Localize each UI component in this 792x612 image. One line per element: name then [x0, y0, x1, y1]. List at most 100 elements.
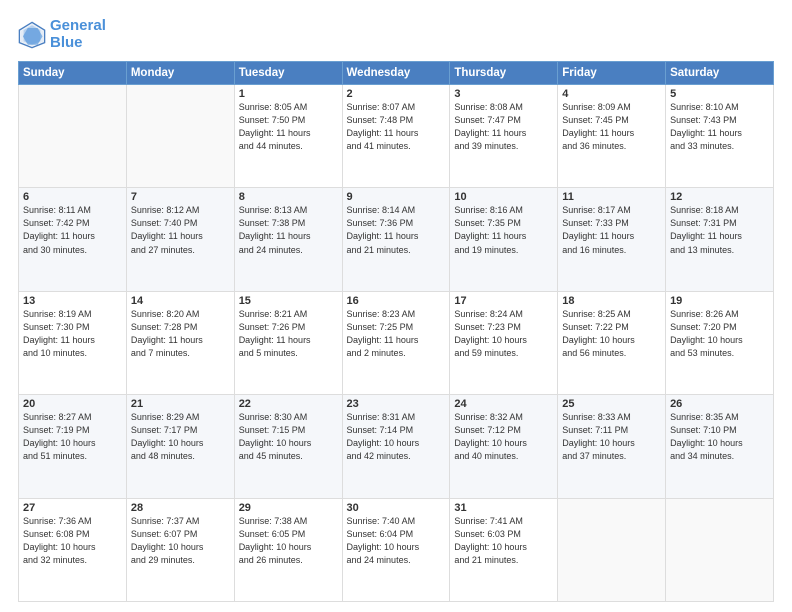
day-number: 16	[347, 295, 446, 307]
day-number: 24	[454, 398, 553, 410]
calendar-day-30: 30Sunrise: 7:40 AM Sunset: 6:04 PM Dayli…	[342, 498, 450, 601]
col-header-saturday: Saturday	[666, 62, 774, 85]
calendar-day-31: 31Sunrise: 7:41 AM Sunset: 6:03 PM Dayli…	[450, 498, 558, 601]
day-number: 7	[131, 191, 230, 203]
day-number: 23	[347, 398, 446, 410]
calendar-day-17: 17Sunrise: 8:24 AM Sunset: 7:23 PM Dayli…	[450, 291, 558, 394]
day-info: Sunrise: 8:14 AM Sunset: 7:36 PM Dayligh…	[347, 204, 446, 256]
day-number: 17	[454, 295, 553, 307]
day-info: Sunrise: 7:36 AM Sunset: 6:08 PM Dayligh…	[23, 515, 122, 567]
calendar-empty	[126, 85, 234, 188]
day-number: 29	[239, 502, 338, 514]
day-number: 28	[131, 502, 230, 514]
day-info: Sunrise: 7:38 AM Sunset: 6:05 PM Dayligh…	[239, 515, 338, 567]
day-info: Sunrise: 8:09 AM Sunset: 7:45 PM Dayligh…	[562, 101, 661, 153]
day-number: 5	[670, 88, 769, 100]
col-header-sunday: Sunday	[19, 62, 127, 85]
day-number: 11	[562, 191, 661, 203]
calendar-day-13: 13Sunrise: 8:19 AM Sunset: 7:30 PM Dayli…	[19, 291, 127, 394]
day-info: Sunrise: 8:13 AM Sunset: 7:38 PM Dayligh…	[239, 204, 338, 256]
day-number: 6	[23, 191, 122, 203]
logo-text: General Blue	[50, 18, 106, 51]
day-number: 1	[239, 88, 338, 100]
calendar-day-2: 2Sunrise: 8:07 AM Sunset: 7:48 PM Daylig…	[342, 85, 450, 188]
day-number: 30	[347, 502, 446, 514]
calendar-day-15: 15Sunrise: 8:21 AM Sunset: 7:26 PM Dayli…	[234, 291, 342, 394]
day-info: Sunrise: 8:18 AM Sunset: 7:31 PM Dayligh…	[670, 204, 769, 256]
calendar-week-0: 1Sunrise: 8:05 AM Sunset: 7:50 PM Daylig…	[19, 85, 774, 188]
day-number: 21	[131, 398, 230, 410]
day-number: 13	[23, 295, 122, 307]
day-info: Sunrise: 8:10 AM Sunset: 7:43 PM Dayligh…	[670, 101, 769, 153]
calendar-week-4: 27Sunrise: 7:36 AM Sunset: 6:08 PM Dayli…	[19, 498, 774, 601]
calendar-empty	[558, 498, 666, 601]
day-info: Sunrise: 8:20 AM Sunset: 7:28 PM Dayligh…	[131, 308, 230, 360]
calendar-day-5: 5Sunrise: 8:10 AM Sunset: 7:43 PM Daylig…	[666, 85, 774, 188]
day-number: 14	[131, 295, 230, 307]
col-header-tuesday: Tuesday	[234, 62, 342, 85]
calendar-day-16: 16Sunrise: 8:23 AM Sunset: 7:25 PM Dayli…	[342, 291, 450, 394]
calendar-day-7: 7Sunrise: 8:12 AM Sunset: 7:40 PM Daylig…	[126, 188, 234, 291]
day-number: 15	[239, 295, 338, 307]
day-number: 25	[562, 398, 661, 410]
day-info: Sunrise: 8:05 AM Sunset: 7:50 PM Dayligh…	[239, 101, 338, 153]
day-info: Sunrise: 8:30 AM Sunset: 7:15 PM Dayligh…	[239, 411, 338, 463]
day-info: Sunrise: 8:07 AM Sunset: 7:48 PM Dayligh…	[347, 101, 446, 153]
day-info: Sunrise: 8:08 AM Sunset: 7:47 PM Dayligh…	[454, 101, 553, 153]
day-info: Sunrise: 7:41 AM Sunset: 6:03 PM Dayligh…	[454, 515, 553, 567]
day-number: 8	[239, 191, 338, 203]
day-info: Sunrise: 7:40 AM Sunset: 6:04 PM Dayligh…	[347, 515, 446, 567]
day-info: Sunrise: 8:16 AM Sunset: 7:35 PM Dayligh…	[454, 204, 553, 256]
day-info: Sunrise: 8:31 AM Sunset: 7:14 PM Dayligh…	[347, 411, 446, 463]
day-info: Sunrise: 8:33 AM Sunset: 7:11 PM Dayligh…	[562, 411, 661, 463]
day-info: Sunrise: 8:32 AM Sunset: 7:12 PM Dayligh…	[454, 411, 553, 463]
calendar-day-8: 8Sunrise: 8:13 AM Sunset: 7:38 PM Daylig…	[234, 188, 342, 291]
day-number: 20	[23, 398, 122, 410]
calendar-header-row: SundayMondayTuesdayWednesdayThursdayFrid…	[19, 62, 774, 85]
day-info: Sunrise: 8:29 AM Sunset: 7:17 PM Dayligh…	[131, 411, 230, 463]
calendar-day-25: 25Sunrise: 8:33 AM Sunset: 7:11 PM Dayli…	[558, 395, 666, 498]
calendar-day-1: 1Sunrise: 8:05 AM Sunset: 7:50 PM Daylig…	[234, 85, 342, 188]
calendar-day-6: 6Sunrise: 8:11 AM Sunset: 7:42 PM Daylig…	[19, 188, 127, 291]
col-header-thursday: Thursday	[450, 62, 558, 85]
day-number: 2	[347, 88, 446, 100]
logo: General Blue	[18, 18, 106, 51]
col-header-wednesday: Wednesday	[342, 62, 450, 85]
day-number: 9	[347, 191, 446, 203]
day-info: Sunrise: 7:37 AM Sunset: 6:07 PM Dayligh…	[131, 515, 230, 567]
day-number: 19	[670, 295, 769, 307]
calendar-day-26: 26Sunrise: 8:35 AM Sunset: 7:10 PM Dayli…	[666, 395, 774, 498]
col-header-friday: Friday	[558, 62, 666, 85]
calendar-day-3: 3Sunrise: 8:08 AM Sunset: 7:47 PM Daylig…	[450, 85, 558, 188]
day-info: Sunrise: 8:21 AM Sunset: 7:26 PM Dayligh…	[239, 308, 338, 360]
calendar-day-29: 29Sunrise: 7:38 AM Sunset: 6:05 PM Dayli…	[234, 498, 342, 601]
day-number: 12	[670, 191, 769, 203]
day-info: Sunrise: 8:23 AM Sunset: 7:25 PM Dayligh…	[347, 308, 446, 360]
day-number: 27	[23, 502, 122, 514]
day-number: 18	[562, 295, 661, 307]
calendar-day-4: 4Sunrise: 8:09 AM Sunset: 7:45 PM Daylig…	[558, 85, 666, 188]
calendar-day-24: 24Sunrise: 8:32 AM Sunset: 7:12 PM Dayli…	[450, 395, 558, 498]
day-info: Sunrise: 8:26 AM Sunset: 7:20 PM Dayligh…	[670, 308, 769, 360]
day-number: 10	[454, 191, 553, 203]
header: General Blue	[18, 18, 774, 51]
calendar-day-21: 21Sunrise: 8:29 AM Sunset: 7:17 PM Dayli…	[126, 395, 234, 498]
day-info: Sunrise: 8:24 AM Sunset: 7:23 PM Dayligh…	[454, 308, 553, 360]
calendar-day-19: 19Sunrise: 8:26 AM Sunset: 7:20 PM Dayli…	[666, 291, 774, 394]
day-info: Sunrise: 8:12 AM Sunset: 7:40 PM Dayligh…	[131, 204, 230, 256]
day-info: Sunrise: 8:27 AM Sunset: 7:19 PM Dayligh…	[23, 411, 122, 463]
day-number: 4	[562, 88, 661, 100]
day-info: Sunrise: 8:25 AM Sunset: 7:22 PM Dayligh…	[562, 308, 661, 360]
calendar-day-27: 27Sunrise: 7:36 AM Sunset: 6:08 PM Dayli…	[19, 498, 127, 601]
day-info: Sunrise: 8:35 AM Sunset: 7:10 PM Dayligh…	[670, 411, 769, 463]
calendar-day-14: 14Sunrise: 8:20 AM Sunset: 7:28 PM Dayli…	[126, 291, 234, 394]
day-info: Sunrise: 8:17 AM Sunset: 7:33 PM Dayligh…	[562, 204, 661, 256]
calendar-day-23: 23Sunrise: 8:31 AM Sunset: 7:14 PM Dayli…	[342, 395, 450, 498]
calendar-empty	[19, 85, 127, 188]
calendar-day-20: 20Sunrise: 8:27 AM Sunset: 7:19 PM Dayli…	[19, 395, 127, 498]
calendar-day-12: 12Sunrise: 8:18 AM Sunset: 7:31 PM Dayli…	[666, 188, 774, 291]
calendar-day-22: 22Sunrise: 8:30 AM Sunset: 7:15 PM Dayli…	[234, 395, 342, 498]
day-number: 31	[454, 502, 553, 514]
calendar-week-2: 13Sunrise: 8:19 AM Sunset: 7:30 PM Dayli…	[19, 291, 774, 394]
day-number: 22	[239, 398, 338, 410]
